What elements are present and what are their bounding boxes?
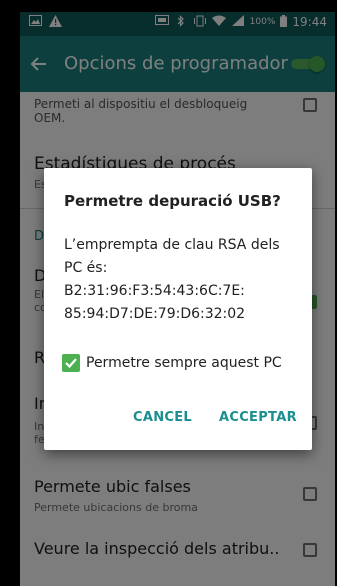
device-frame: 100% 19:44 Opcions de programador Permet… bbox=[0, 0, 337, 586]
dialog-message: L’emprempta de clau RSA dels PC és: B2:3… bbox=[64, 234, 300, 326]
rsa-fingerprint-line2: 85:94:D7:DE:79:D6:32:02 bbox=[64, 306, 246, 322]
always-allow-label[interactable]: Permetre sempre aquest PC bbox=[86, 354, 282, 372]
dialog-message-line2: PC és: bbox=[64, 260, 108, 276]
usb-debugging-dialog: Permetre depuració USB? L’emprempta de c… bbox=[44, 168, 312, 450]
phone-screen: 100% 19:44 Opcions de programador Permet… bbox=[20, 12, 335, 586]
dialog-title: Permetre depuració USB? bbox=[64, 192, 281, 210]
cancel-button[interactable]: CANCEL bbox=[133, 410, 192, 425]
accept-button[interactable]: ACCEPTAR bbox=[219, 410, 297, 425]
always-allow-checkbox[interactable] bbox=[62, 354, 80, 372]
rsa-fingerprint-line1: B2:31:96:F3:54:43:6C:7E: bbox=[64, 283, 245, 299]
dialog-message-line1: L’emprempta de clau RSA dels bbox=[64, 237, 280, 253]
checkmark-icon bbox=[65, 358, 77, 369]
